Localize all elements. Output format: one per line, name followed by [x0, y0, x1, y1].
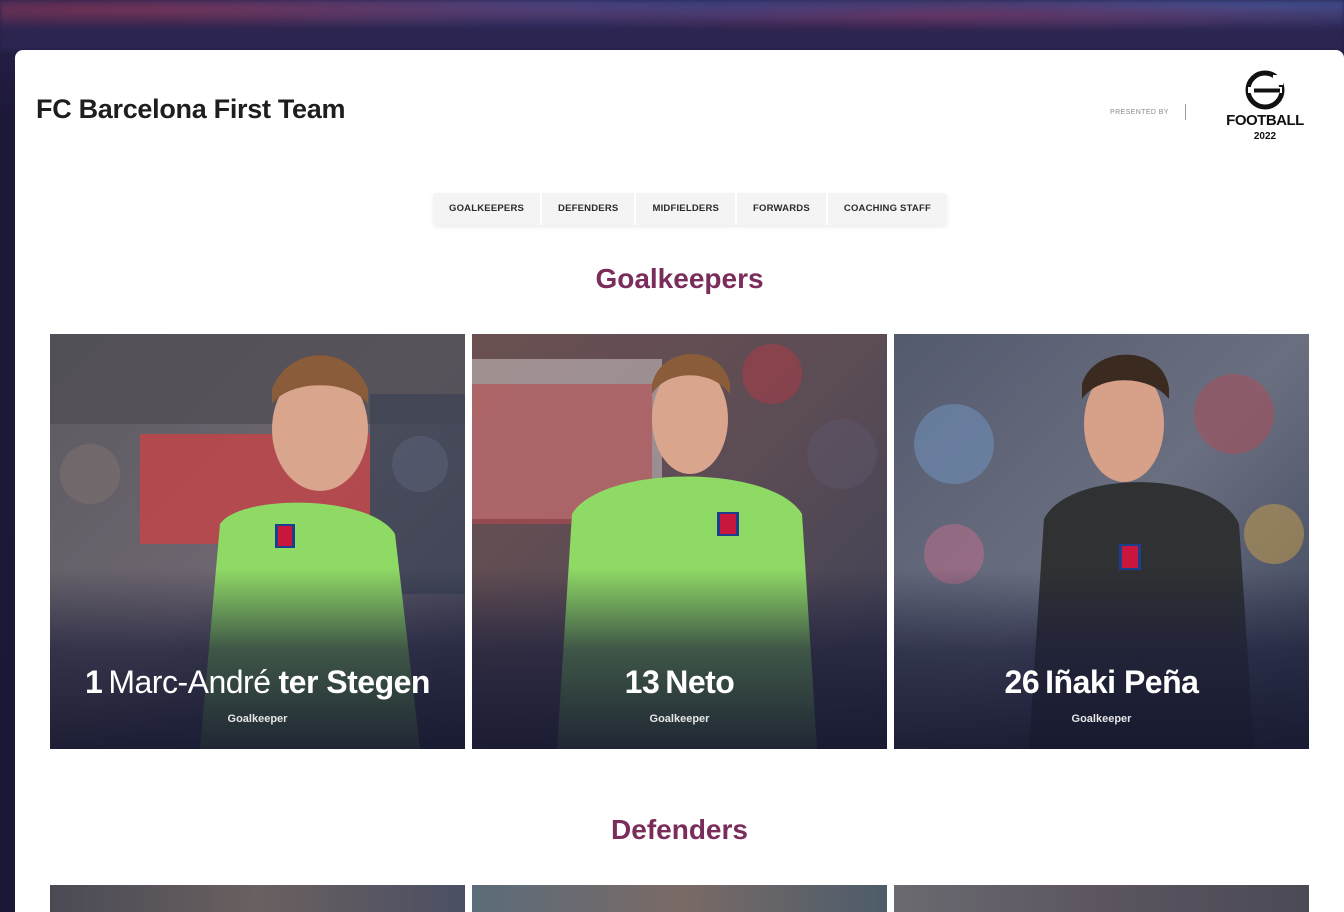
- position-tabs: GOALKEEPERS DEFENDERS MIDFIELDERS FORWAR…: [433, 193, 947, 225]
- tab-goalkeepers[interactable]: GOALKEEPERS: [433, 193, 543, 225]
- player-number: 1: [85, 664, 103, 700]
- logo-year: 2022: [1253, 131, 1277, 142]
- hero-background: [0, 0, 1344, 50]
- player-number: 13: [624, 664, 660, 700]
- player-photo: [472, 885, 887, 912]
- player-role: Goalkeeper: [227, 713, 288, 725]
- tab-midfielders[interactable]: MIDFIELDERS: [636, 193, 738, 225]
- player-first-name: Marc-André: [108, 664, 271, 700]
- tab-defenders[interactable]: DEFENDERS: [542, 193, 637, 225]
- player-photo: [50, 885, 465, 912]
- section-heading-goalkeepers: Goalkeepers: [595, 263, 764, 294]
- sponsor-block: PRESENTED BY: [1110, 104, 1186, 120]
- player-role: Goalkeeper: [1071, 713, 1132, 725]
- player-number: 26: [1004, 664, 1040, 700]
- player-role: Goalkeeper: [649, 713, 710, 725]
- efootball-e-icon: [1245, 70, 1285, 110]
- player-card[interactable]: [472, 885, 887, 912]
- sponsor-divider: [1184, 104, 1186, 120]
- player-last-name: ter Stegen: [278, 664, 430, 700]
- tab-coaching-staff[interactable]: COACHING STAFF: [828, 193, 947, 225]
- player-name: 26 Iñaki Peña: [894, 664, 1309, 701]
- efootball-logo[interactable]: FOOTBALL 2022: [1220, 70, 1310, 150]
- player-name: 1 Marc-André ter Stegen: [50, 664, 465, 701]
- player-name: 13 Neto: [472, 664, 887, 701]
- sponsor-label: PRESENTED BY: [1110, 108, 1169, 116]
- team-page-card: FC Barcelona First Team PRESENTED BY FOO…: [15, 50, 1344, 912]
- section-heading-defenders: Defenders: [611, 814, 748, 845]
- player-card[interactable]: [894, 885, 1309, 912]
- player-card[interactable]: [50, 885, 465, 912]
- logo-wordmark: FOOTBALL: [1226, 112, 1304, 129]
- page-title: FC Barcelona First Team: [36, 94, 346, 124]
- player-card[interactable]: 13 Neto Goalkeeper: [472, 334, 887, 749]
- tab-forwards[interactable]: FORWARDS: [737, 193, 828, 225]
- player-card[interactable]: 26 Iñaki Peña Goalkeeper: [894, 334, 1309, 749]
- player-card[interactable]: 1 Marc-André ter Stegen Goalkeeper: [50, 334, 465, 749]
- player-last-name: Neto: [665, 664, 735, 700]
- player-photo: [894, 885, 1309, 912]
- player-last-name: Iñaki Peña: [1045, 664, 1199, 700]
